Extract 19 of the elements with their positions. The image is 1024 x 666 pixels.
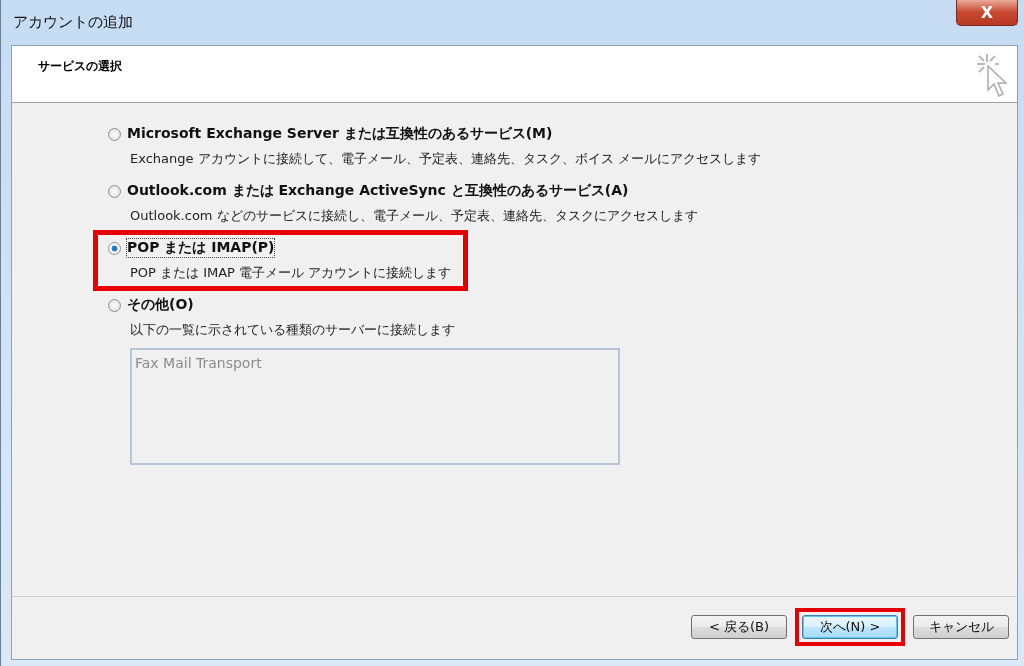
page-heading: サービスの選択	[38, 58, 122, 74]
dialog-button[interactable]: キャンセル	[913, 615, 1009, 639]
option-description: Exchange アカウントに接続して、電子メール、予定表、連絡先、タスク、ボイス メールにアクセスします	[129, 150, 761, 168]
option-label[interactable]: Microsoft Exchange Server または互換性のあるサービス(M)	[127, 125, 553, 143]
cursor-sparkle-icon	[975, 52, 1009, 98]
option-label[interactable]: POP または IMAP(P)	[127, 239, 275, 257]
radio-button[interactable]	[108, 127, 121, 141]
option-label[interactable]: Outlook.com または Exchange ActiveSync と互換性のあるサービス(A)	[127, 182, 629, 200]
close-button[interactable]: X	[956, 0, 1018, 26]
radio-button[interactable]	[108, 298, 121, 312]
option-description: POP または IMAP 電子メール アカウントに接続します	[129, 264, 452, 282]
radio-button[interactable]	[108, 241, 121, 255]
dialog-button[interactable]: < 戻る(B)	[691, 615, 787, 639]
dialog-button[interactable]: 次へ(N) >	[802, 615, 898, 639]
window-title: アカウントの追加	[13, 13, 133, 32]
radio-button[interactable]	[108, 184, 121, 198]
option-description: Outlook.com などのサービスに接続し、電子メール、予定表、連絡先、タスクにアクセスします	[129, 207, 698, 225]
option-description: 以下の一覧に示されている種類のサーバーに接続します	[129, 321, 456, 339]
option-label[interactable]: その他(O)	[127, 296, 194, 314]
